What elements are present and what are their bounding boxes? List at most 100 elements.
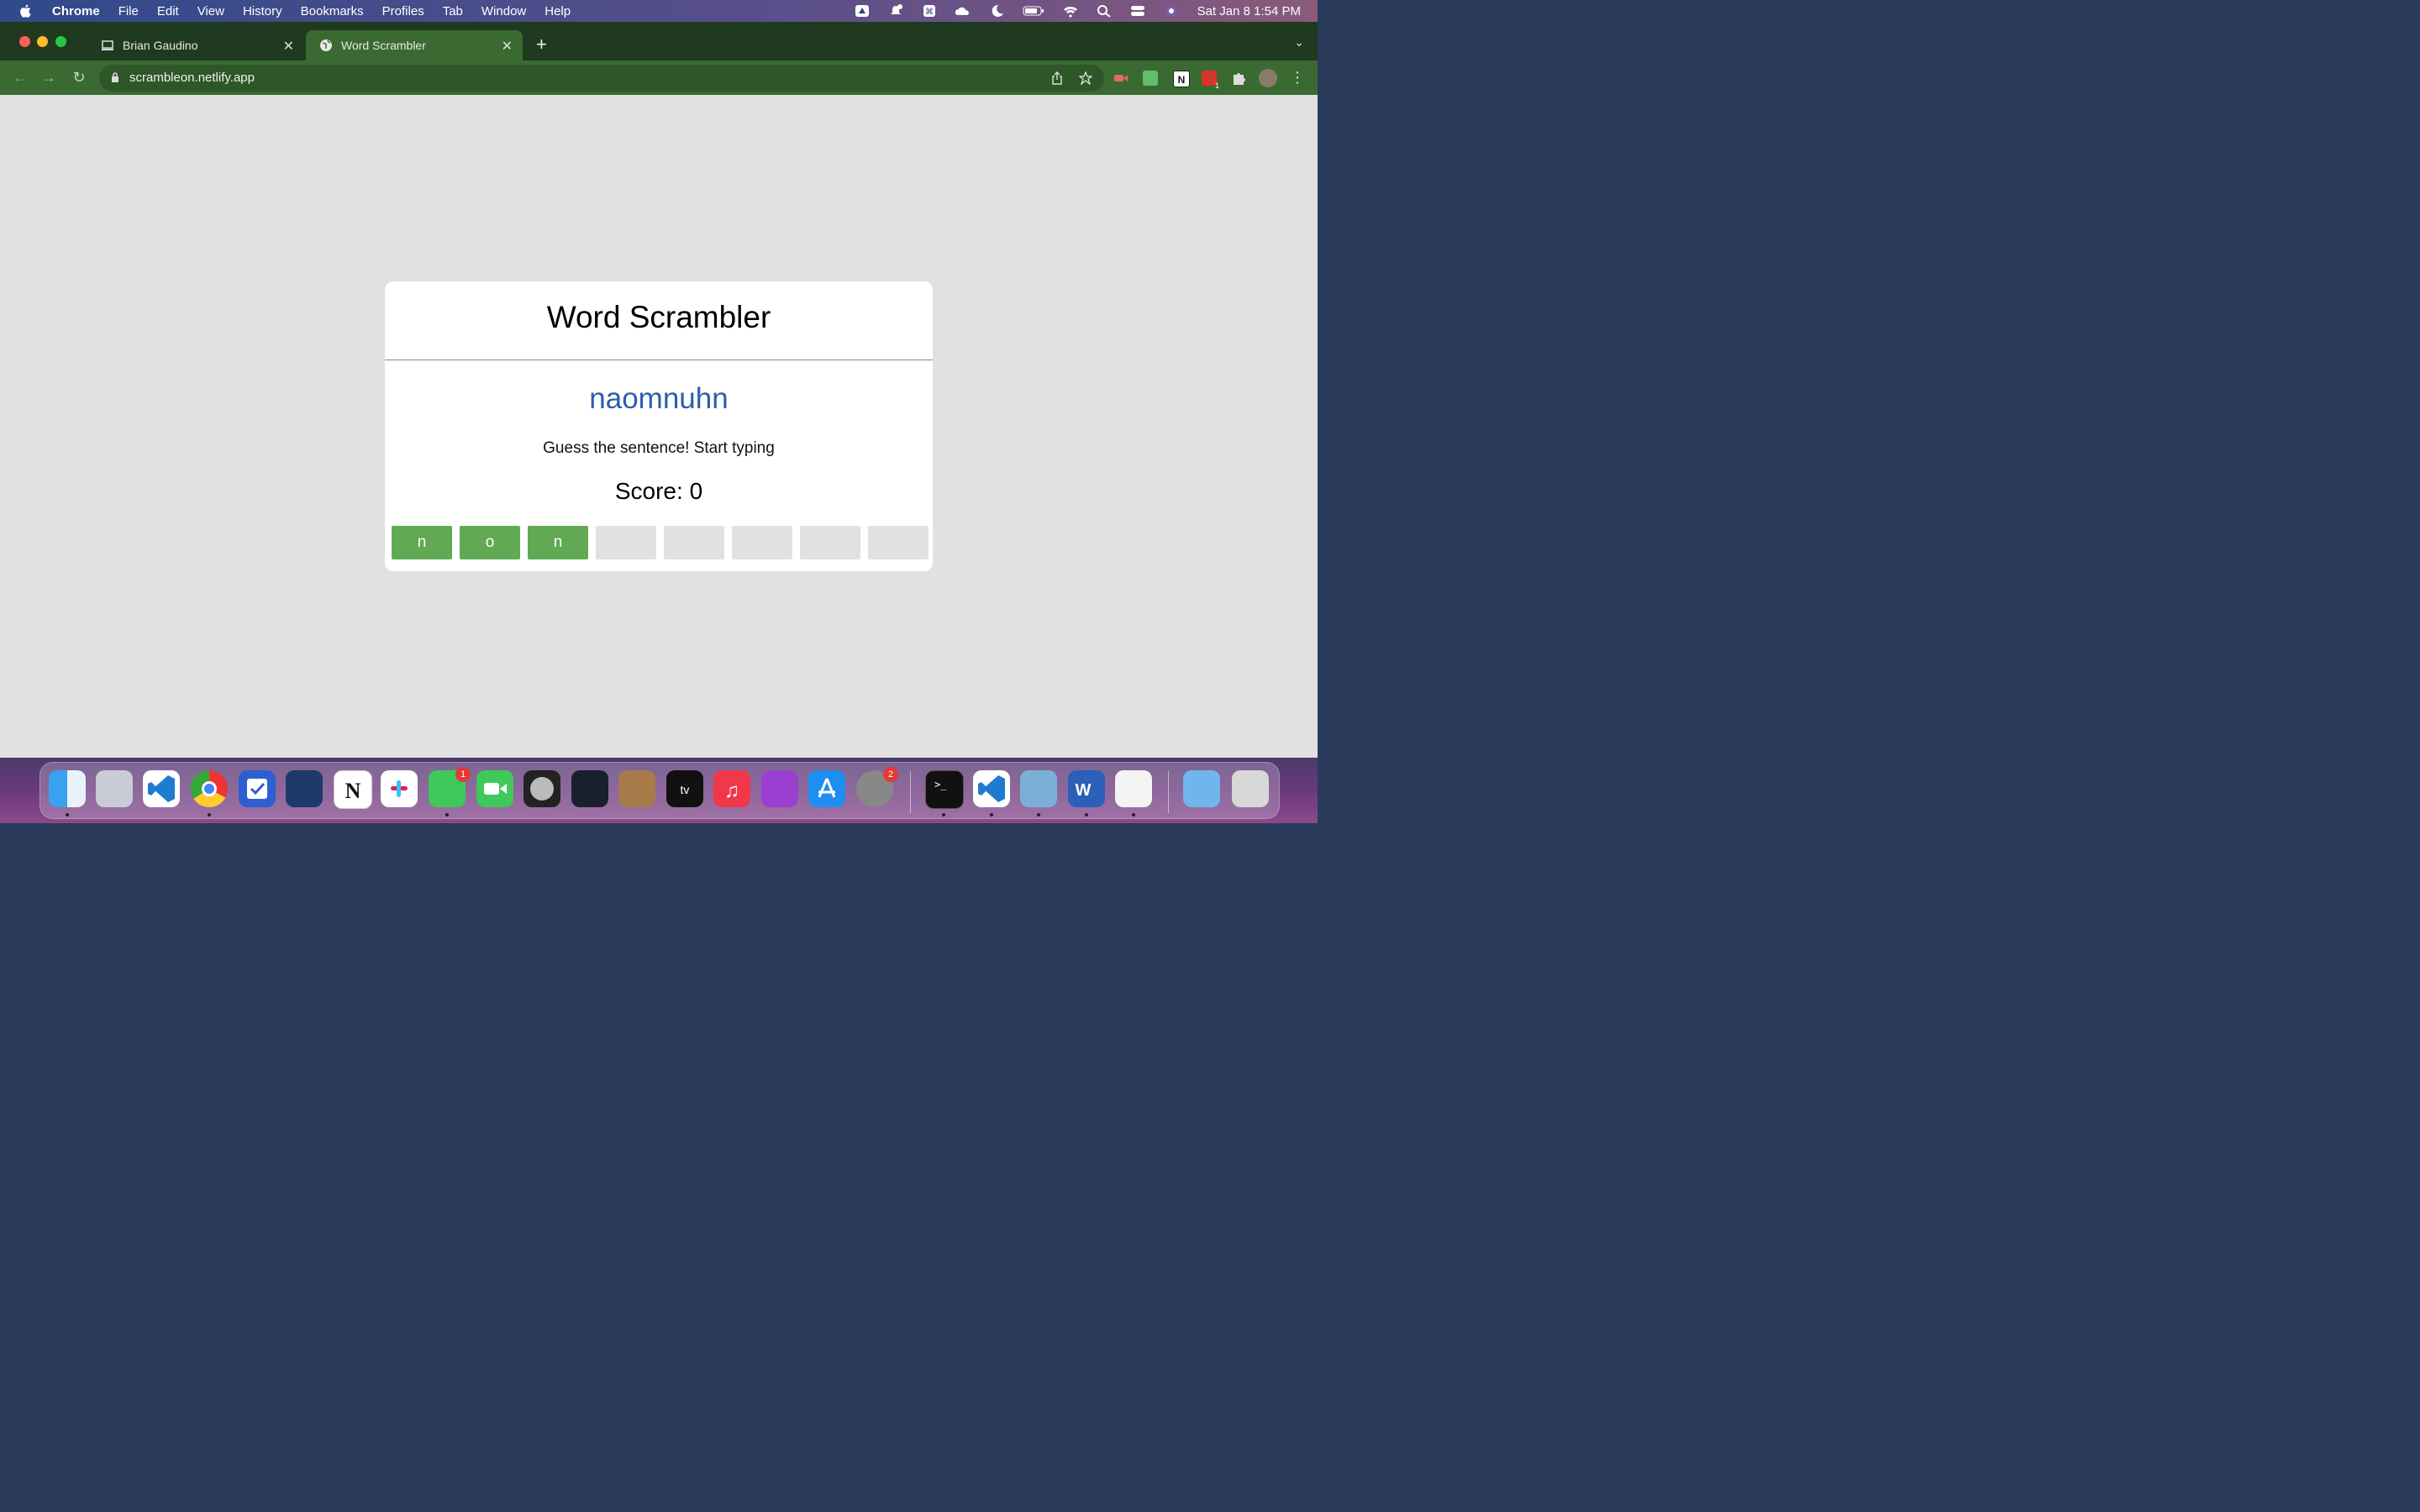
music-icon[interactable]: ♫ xyxy=(713,770,750,807)
trash-icon[interactable] xyxy=(1232,770,1269,807)
todo-extension-icon[interactable]: 1 xyxy=(1202,71,1219,90)
drive-icon[interactable] xyxy=(855,4,870,18)
menu-bar: Chrome File Edit View History Bookmarks … xyxy=(0,0,1318,22)
running-indicator xyxy=(1132,813,1135,816)
new-tab-icon[interactable]: + xyxy=(536,34,547,55)
terminal-icon[interactable]: >_ xyxy=(925,770,964,809)
profile-avatar[interactable] xyxy=(1259,69,1277,87)
menu-file[interactable]: File xyxy=(118,4,139,18)
address-bar[interactable]: scrambleon.netlify.app xyxy=(99,65,1104,92)
letter-tile xyxy=(868,526,929,559)
siri-icon[interactable] xyxy=(1164,4,1179,18)
wifi-icon[interactable] xyxy=(1063,4,1078,18)
notion-icon[interactable]: N xyxy=(334,770,372,809)
system-preferences-icon[interactable]: 2 xyxy=(856,767,898,807)
close-tab-icon[interactable]: ✕ xyxy=(283,38,294,55)
menu-edit[interactable]: Edit xyxy=(157,4,179,18)
zoom-window-button[interactable] xyxy=(55,36,66,47)
tab-word-scrambler[interactable]: Word Scrambler ✕ xyxy=(306,30,523,60)
menu-profiles[interactable]: Profiles xyxy=(382,4,424,18)
notion-extension-icon[interactable]: N xyxy=(1173,71,1190,87)
tab-title: Brian Gaudino xyxy=(123,39,198,52)
close-window-button[interactable] xyxy=(19,36,30,47)
control-center-icon[interactable] xyxy=(1130,4,1145,18)
folder-icon[interactable] xyxy=(1183,770,1220,807)
letter-tile: o xyxy=(460,526,520,559)
slack-icon[interactable] xyxy=(381,770,418,807)
laptop-favicon-icon xyxy=(102,40,113,50)
menu-chrome[interactable]: Chrome xyxy=(52,4,100,18)
facetime-icon[interactable] xyxy=(476,770,513,807)
chrome-icon[interactable] xyxy=(191,770,228,807)
app-store-icon[interactable] xyxy=(808,770,845,807)
running-indicator xyxy=(1085,813,1088,816)
textedit-icon[interactable] xyxy=(1115,770,1152,807)
globe-favicon-icon xyxy=(320,39,332,51)
svg-text:N: N xyxy=(345,779,361,803)
running-indicator xyxy=(66,813,69,816)
notifications-icon[interactable] xyxy=(888,4,903,18)
letter-tile xyxy=(800,526,860,559)
share-icon[interactable] xyxy=(1050,71,1064,85)
video-extension-icon[interactable] xyxy=(1113,71,1128,86)
running-indicator xyxy=(208,813,211,816)
forward-arrow-icon[interactable]: → xyxy=(40,69,57,86)
menu-history[interactable]: History xyxy=(243,4,282,18)
spotlight-search-icon[interactable] xyxy=(1097,4,1112,18)
podcasts-icon[interactable] xyxy=(761,770,798,807)
dock-separator xyxy=(1168,771,1169,813)
moon-icon[interactable] xyxy=(989,4,1004,18)
page-title: Word Scrambler xyxy=(546,300,771,334)
tab-strip: Brian Gaudino ✕ Word Scrambler ✕ + ⌄ xyxy=(0,22,1318,60)
back-arrow-icon[interactable]: ← xyxy=(12,69,29,86)
finder-icon[interactable] xyxy=(49,770,86,807)
url-text: scrambleon.netlify.app xyxy=(129,71,255,85)
resize-app-icon[interactable] xyxy=(286,770,323,807)
letter-tile xyxy=(732,526,792,559)
reload-icon[interactable]: ↻ xyxy=(71,69,87,86)
running-indicator xyxy=(445,813,449,816)
notification-badge: 2 xyxy=(883,767,898,782)
contacts-icon[interactable] xyxy=(618,770,655,807)
browser-window: Brian Gaudino ✕ Word Scrambler ✕ + ⌄ ← →… xyxy=(0,22,1318,758)
battery-icon[interactable] xyxy=(1023,4,1044,18)
menu-help[interactable]: Help xyxy=(544,4,571,18)
close-tab-icon[interactable]: ✕ xyxy=(502,38,513,55)
menu-window[interactable]: Window xyxy=(481,4,526,18)
tab-search-chevron-icon[interactable]: ⌄ xyxy=(1294,35,1304,50)
menu-view[interactable]: View xyxy=(197,4,224,18)
launchpad-icon[interactable] xyxy=(96,770,133,807)
menu-bookmarks[interactable]: Bookmarks xyxy=(301,4,364,18)
svg-text:⌘: ⌘ xyxy=(925,8,934,17)
game-card: Word Scrambler naomnuhn Guess the senten… xyxy=(385,281,933,571)
dvd-player-icon[interactable] xyxy=(523,770,560,807)
apple-tv-icon[interactable]: tv xyxy=(666,770,703,807)
menu-tab[interactable]: Tab xyxy=(443,4,463,18)
messages-icon[interactable]: 1 xyxy=(429,767,471,807)
cloud-icon[interactable] xyxy=(955,4,971,18)
word-icon[interactable]: W xyxy=(1068,770,1105,807)
dock: N 1 tv ♫ 2 >_ W xyxy=(39,762,1280,819)
preview-icon[interactable] xyxy=(1020,770,1057,807)
extensions-puzzle-icon[interactable] xyxy=(1231,71,1246,86)
scrambled-word: naomnuhn xyxy=(589,382,729,415)
menubar-clock[interactable]: Sat Jan 8 1:54 PM xyxy=(1197,4,1301,18)
svg-text:♫: ♫ xyxy=(724,780,739,802)
vscode-icon[interactable] xyxy=(143,770,180,807)
browser-toolbar: ← → ↻ scrambleon.netlify.app N 1 ⋮ xyxy=(0,60,1318,95)
lock-icon[interactable] xyxy=(111,72,119,82)
tasks-icon[interactable] xyxy=(239,770,276,807)
vscode-icon[interactable] xyxy=(973,770,1010,807)
chrome-menu-icon[interactable]: ⋮ xyxy=(1289,69,1306,86)
letter-tiles: n o n xyxy=(392,526,929,559)
tab-title: Word Scrambler xyxy=(341,39,426,52)
minimize-window-button[interactable] xyxy=(37,36,48,47)
apple-icon[interactable] xyxy=(18,3,34,18)
green-extension-icon[interactable] xyxy=(1143,71,1158,86)
bookmark-star-icon[interactable] xyxy=(1079,71,1092,85)
running-indicator xyxy=(990,813,993,816)
davinci-resolve-icon[interactable] xyxy=(571,770,608,807)
extension-badge: 1 xyxy=(1214,81,1219,90)
command-icon[interactable]: ⌘ xyxy=(922,4,937,18)
tab-brian-gaudino[interactable]: Brian Gaudino ✕ xyxy=(87,30,304,60)
